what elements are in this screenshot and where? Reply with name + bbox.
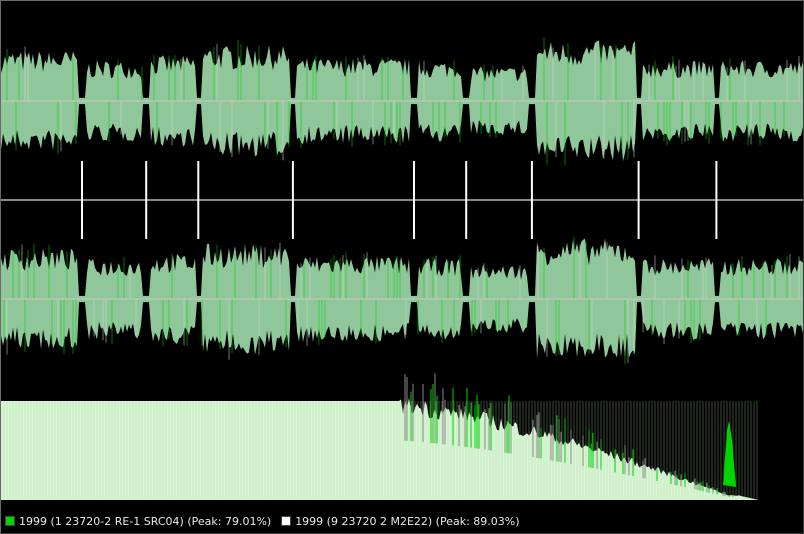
track-b-swatch (281, 516, 292, 526)
spectrum-peak (723, 421, 736, 487)
waveform-right-channel (1, 236, 803, 364)
legend-item-track-b: 1999 (9 23720 2 M2E22) (Peak: 89.03%) (281, 514, 520, 528)
legend-item-track-a: 1999 (1 23720-2 RE-1 SRC04) (Peak: 79.01… (5, 515, 271, 528)
track-a-label: 1999 (1 23720-2 RE-1 SRC04) (Peak: 79.01… (19, 514, 272, 528)
legend-bar: 1999 (1 23720-2 RE-1 SRC04) (Peak: 79.01… (1, 509, 803, 533)
waveform-visualization (1, 37, 803, 500)
frequency-spectrum (1, 373, 759, 500)
track-b-label: 1999 (9 23720 2 M2E22) (Peak: 89.03%) (295, 514, 520, 528)
waveform-left-channel (1, 37, 803, 166)
track-a-swatch (5, 516, 15, 526)
audio-comparison-window: 1999 (1 23720-2 RE-1 SRC04) (Peak: 79.01… (0, 0, 804, 534)
